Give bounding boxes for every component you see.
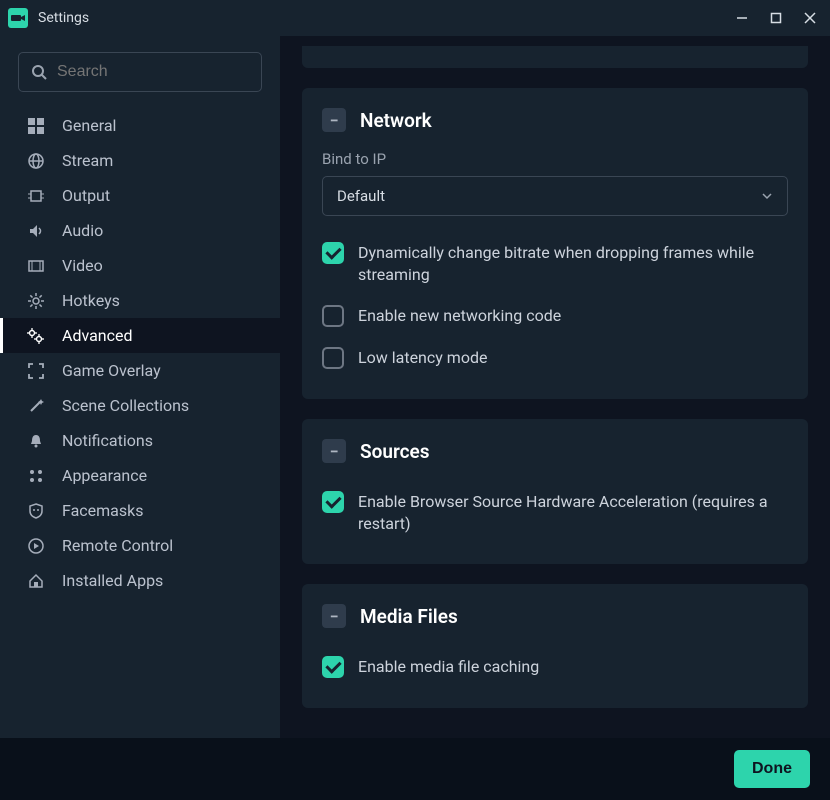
sidebar-item-game-overlay[interactable]: Game Overlay bbox=[0, 353, 280, 388]
titlebar: Settings bbox=[0, 0, 830, 36]
collapse-button[interactable]: − bbox=[322, 439, 346, 463]
sidebar-item-label: Hotkeys bbox=[62, 291, 120, 310]
collapse-button[interactable]: − bbox=[322, 108, 346, 132]
sidebar-item-label: General bbox=[62, 116, 116, 135]
media-caching-label: Enable media file caching bbox=[358, 656, 539, 678]
sidebar-item-video[interactable]: Video bbox=[0, 248, 280, 283]
panel-title: Sources bbox=[360, 440, 430, 463]
app-icon bbox=[8, 8, 28, 28]
minimize-button[interactable] bbox=[736, 12, 748, 24]
sidebar-item-label: Scene Collections bbox=[62, 396, 189, 415]
globe-icon bbox=[26, 153, 46, 169]
sidebar-item-scene-collections[interactable]: Scene Collections bbox=[0, 388, 280, 423]
done-button[interactable]: Done bbox=[734, 750, 810, 788]
sidebar-item-stream[interactable]: Stream bbox=[0, 143, 280, 178]
home-icon bbox=[26, 573, 46, 589]
sidebar-item-label: Output bbox=[62, 186, 110, 205]
collapse-button[interactable]: − bbox=[322, 604, 346, 628]
browser-hw-accel-checkbox[interactable] bbox=[322, 491, 344, 513]
window-title: Settings bbox=[38, 10, 89, 26]
browser-hw-accel-label: Enable Browser Source Hardware Accelerat… bbox=[358, 491, 788, 534]
sidebar-item-installed-apps[interactable]: Installed Apps bbox=[0, 563, 280, 598]
bind-ip-select[interactable]: Default bbox=[322, 176, 788, 216]
sidebar: General Stream Output Audio Video Hotkey… bbox=[0, 36, 280, 738]
speaker-icon bbox=[26, 223, 46, 239]
panel-media-files: − Media Files Enable media file caching bbox=[302, 584, 808, 708]
sidebar-item-notifications[interactable]: Notifications bbox=[0, 423, 280, 458]
gears-icon bbox=[26, 328, 46, 344]
sidebar-item-output[interactable]: Output bbox=[0, 178, 280, 213]
footer: Done bbox=[0, 738, 830, 800]
sidebar-item-remote-control[interactable]: Remote Control bbox=[0, 528, 280, 563]
bind-ip-value: Default bbox=[337, 187, 385, 205]
bind-ip-label: Bind to IP bbox=[322, 150, 788, 168]
sidebar-item-label: Notifications bbox=[62, 431, 153, 450]
gear-icon bbox=[26, 293, 46, 309]
sidebar-item-advanced[interactable]: Advanced bbox=[0, 318, 280, 353]
low-latency-checkbox[interactable] bbox=[322, 347, 344, 369]
panel-previous-clip bbox=[302, 46, 808, 68]
sidebar-item-label: Remote Control bbox=[62, 536, 173, 555]
maximize-button[interactable] bbox=[770, 12, 782, 24]
panel-title: Media Files bbox=[360, 605, 458, 628]
sidebar-item-audio[interactable]: Audio bbox=[0, 213, 280, 248]
sidebar-item-label: Installed Apps bbox=[62, 571, 163, 590]
search-input-wrap[interactable] bbox=[18, 52, 262, 92]
bell-icon bbox=[26, 433, 46, 449]
sidebar-item-general[interactable]: General bbox=[0, 108, 280, 143]
sidebar-item-label: Game Overlay bbox=[62, 361, 161, 380]
shield-icon bbox=[26, 503, 46, 519]
chip-icon bbox=[26, 188, 46, 204]
sidebar-item-hotkeys[interactable]: Hotkeys bbox=[0, 283, 280, 318]
search-icon bbox=[31, 64, 47, 80]
panel-sources: − Sources Enable Browser Source Hardware… bbox=[302, 419, 808, 564]
low-latency-label: Low latency mode bbox=[358, 347, 487, 369]
play-circle-icon bbox=[26, 538, 46, 554]
sidebar-item-label: Advanced bbox=[62, 326, 133, 345]
wand-icon bbox=[26, 398, 46, 414]
sidebar-item-label: Facemasks bbox=[62, 501, 144, 520]
new-networking-checkbox[interactable] bbox=[322, 305, 344, 327]
main-content: − Network Bind to IP Default Dynamically… bbox=[280, 36, 830, 738]
chevron-down-icon bbox=[761, 190, 773, 202]
film-icon bbox=[26, 258, 46, 274]
panel-title: Network bbox=[360, 109, 432, 132]
search-input[interactable] bbox=[57, 63, 264, 81]
media-caching-checkbox[interactable] bbox=[322, 656, 344, 678]
sliders-icon bbox=[26, 468, 46, 484]
expand-icon bbox=[26, 363, 46, 379]
dynamic-bitrate-checkbox[interactable] bbox=[322, 242, 344, 264]
grid-icon bbox=[26, 118, 46, 134]
dynamic-bitrate-label: Dynamically change bitrate when dropping… bbox=[358, 242, 788, 285]
panel-network: − Network Bind to IP Default Dynamically… bbox=[302, 88, 808, 399]
new-networking-label: Enable new networking code bbox=[358, 305, 561, 327]
sidebar-nav: General Stream Output Audio Video Hotkey… bbox=[0, 100, 280, 598]
sidebar-item-label: Stream bbox=[62, 151, 113, 170]
sidebar-item-appearance[interactable]: Appearance bbox=[0, 458, 280, 493]
close-button[interactable] bbox=[804, 12, 816, 24]
sidebar-item-label: Video bbox=[62, 256, 103, 275]
sidebar-item-label: Appearance bbox=[62, 466, 147, 485]
sidebar-item-label: Audio bbox=[62, 221, 103, 240]
sidebar-item-facemasks[interactable]: Facemasks bbox=[0, 493, 280, 528]
